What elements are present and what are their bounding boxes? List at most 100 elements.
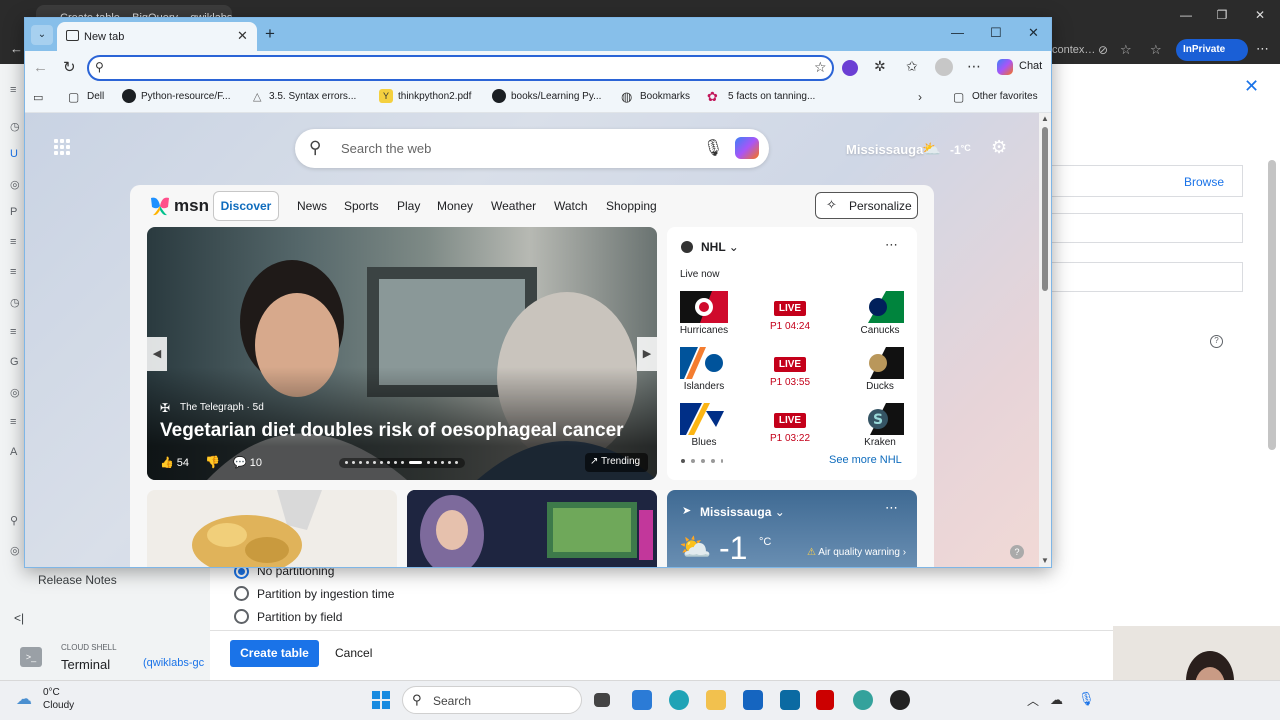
panel-close-icon[interactable]: ✕ <box>1244 76 1259 97</box>
web-search-box[interactable]: ⚲ Search the web 🎙 <box>295 129 769 168</box>
rail-icon[interactable]: ≡ <box>10 266 16 278</box>
more-options-icon[interactable]: ⋯ <box>885 500 898 516</box>
rail-icon[interactable]: G <box>10 356 19 368</box>
carousel-next-icon[interactable]: ▶ <box>637 337 657 371</box>
close-icon[interactable]: ✕ <box>1250 8 1270 22</box>
gaming-story-card[interactable] <box>407 490 657 567</box>
carousel-prev-icon[interactable]: ◀ <box>147 337 167 371</box>
bookmark-bookmarks[interactable]: Bookmarks <box>640 91 690 102</box>
terminal-project-label[interactable]: (qwiklabs-gc <box>143 657 204 669</box>
tab-money[interactable]: Money <box>437 199 473 213</box>
air-quality-warning[interactable]: ⚠ Air quality warning › <box>807 547 906 558</box>
game-row[interactable]: Blues LIVE P1 03:22 S Kraken <box>680 403 904 449</box>
chips-story-card[interactable] <box>147 490 397 567</box>
bookmark-python-resource[interactable]: Python-resource/F... <box>141 91 230 102</box>
tab-play[interactable]: Play <box>397 199 420 213</box>
favorites-icon[interactable]: ☆ <box>1150 42 1162 58</box>
rail-icon[interactable]: ◎ <box>10 544 20 557</box>
tab-shopping[interactable]: Shopping <box>606 199 657 213</box>
thumbs-down-icon[interactable]: 👎 <box>205 455 220 469</box>
favorite-star-icon[interactable]: ☆ <box>1120 42 1132 58</box>
app-launcher-icon[interactable] <box>54 139 70 155</box>
scroll-down-icon[interactable]: ▼ <box>1041 556 1049 565</box>
tab-close-icon[interactable]: ✕ <box>237 28 248 44</box>
bookmark-syntax-errors[interactable]: 3.5. Syntax errors... <box>269 91 356 102</box>
new-tab-plus-icon[interactable]: + <box>265 24 275 44</box>
scrollbar[interactable] <box>1268 160 1276 450</box>
extensions-puzzle-icon[interactable]: ✲ <box>874 58 886 75</box>
store-icon[interactable] <box>743 690 763 710</box>
rail-icon[interactable]: U <box>10 148 18 160</box>
mcafee-icon[interactable] <box>816 690 834 710</box>
rail-icon[interactable]: ◷ <box>10 296 20 309</box>
taskbar-temperature[interactable]: 0°C <box>43 687 60 698</box>
rail-icon[interactable]: ≡ <box>10 84 16 96</box>
game-row[interactable]: Hurricanes LIVE P1 04:24 Canucks <box>680 291 904 337</box>
mic-icon[interactable]: 🎙 <box>1078 691 1095 707</box>
tab-watch[interactable]: Watch <box>554 199 588 213</box>
cancel-button[interactable]: Cancel <box>335 646 372 660</box>
help-icon[interactable]: ? <box>1210 335 1223 348</box>
weather-card[interactable]: ➤ Mississauga ⌄ ⋯ ⛅ -1 °C ⚠ Air quality … <box>667 490 917 567</box>
maximize-icon[interactable]: ☐ <box>990 25 1002 41</box>
bookmark-dell[interactable]: Dell <box>87 91 104 102</box>
help-icon[interactable]: ? <box>1010 545 1024 559</box>
folder-icon[interactable] <box>706 690 726 710</box>
favorites-icon[interactable]: ✩ <box>906 58 918 75</box>
extension-icon[interactable] <box>842 60 858 76</box>
chat-label[interactable]: Chat <box>1019 60 1042 72</box>
maximize-icon[interactable]: ❐ <box>1212 8 1232 22</box>
game-row[interactable]: Islanders LIVE P1 03:55 Ducks <box>680 347 904 393</box>
file-explorer-icon[interactable] <box>594 693 610 707</box>
favorite-star-icon[interactable]: ☆ <box>814 59 827 76</box>
hero-story[interactable]: ◀ ▶ ✠ The Telegraph · 5d Vegetarian diet… <box>147 227 657 480</box>
close-icon[interactable]: ✕ <box>1028 25 1039 41</box>
eye-off-icon[interactable]: ⊘ <box>1098 43 1108 57</box>
background-address-fragment[interactable]: contex… <box>1052 44 1095 56</box>
tab-news[interactable]: News <box>297 199 327 213</box>
tab-sports[interactable]: Sports <box>344 199 379 213</box>
text-field[interactable] <box>1052 213 1243 243</box>
rail-icon[interactable]: P <box>10 206 17 218</box>
terminal-label[interactable]: Terminal <box>61 657 110 672</box>
more-icon[interactable]: ⋯ <box>967 58 981 75</box>
bookmark-tanning[interactable]: 5 facts on tanning... <box>728 91 815 102</box>
edge-beta-icon[interactable] <box>853 690 873 710</box>
text-field[interactable] <box>1052 262 1243 292</box>
rail-icon[interactable]: ⚲ <box>10 514 18 527</box>
rail-icon[interactable]: A <box>10 446 17 458</box>
bookmark-thinkpython[interactable]: thinkpython2.pdf <box>398 91 471 102</box>
browse-button[interactable]: Browse <box>1052 165 1243 197</box>
rail-icon[interactable]: ≡ <box>10 236 16 248</box>
refresh-icon[interactable]: ↻ <box>63 58 76 76</box>
outlook-icon[interactable] <box>632 690 652 710</box>
carousel-dots[interactable] <box>339 458 465 468</box>
gear-icon[interactable]: ⚙ <box>991 137 1007 158</box>
comments-button[interactable]: 💬 10 <box>233 456 262 469</box>
rail-icon[interactable]: ≡ <box>10 326 16 338</box>
weather-temperature[interactable]: -1°C <box>950 143 971 157</box>
create-table-button[interactable]: Create table <box>230 640 319 667</box>
radio-partition-ingestion[interactable] <box>234 586 249 601</box>
edge-icon[interactable] <box>669 690 689 710</box>
windows-start-icon[interactable] <box>372 691 390 709</box>
minimize-icon[interactable]: — <box>1176 8 1196 22</box>
rail-icon[interactable]: ◷ <box>10 120 20 133</box>
weather-location[interactable]: Mississauga <box>846 142 923 157</box>
msn-logo-text[interactable]: msn <box>174 196 209 216</box>
taskbar-search[interactable]: Search <box>402 686 582 714</box>
onedrive-icon[interactable]: ☁ <box>1050 692 1063 708</box>
release-notes-link[interactable]: Release Notes <box>38 573 117 587</box>
tab-new-tab[interactable]: New tab ✕ <box>57 22 257 51</box>
rail-icon[interactable]: ≡ <box>10 416 16 428</box>
tray-chevron-icon[interactable]: ︿ <box>1027 692 1039 709</box>
copilot-icon[interactable] <box>997 59 1013 75</box>
profile-avatar-icon[interactable] <box>935 58 953 76</box>
rail-icon[interactable]: ◎ <box>10 178 20 191</box>
collapse-sidebar-icon[interactable]: <| <box>14 611 24 625</box>
page-scrollbar[interactable]: ▲ ▼ <box>1039 113 1051 567</box>
cloud-icon[interactable]: ☁ <box>16 689 32 709</box>
minimize-icon[interactable]: — <box>951 25 964 40</box>
back-icon[interactable]: ← <box>33 59 48 76</box>
dell-icon[interactable] <box>780 690 800 710</box>
